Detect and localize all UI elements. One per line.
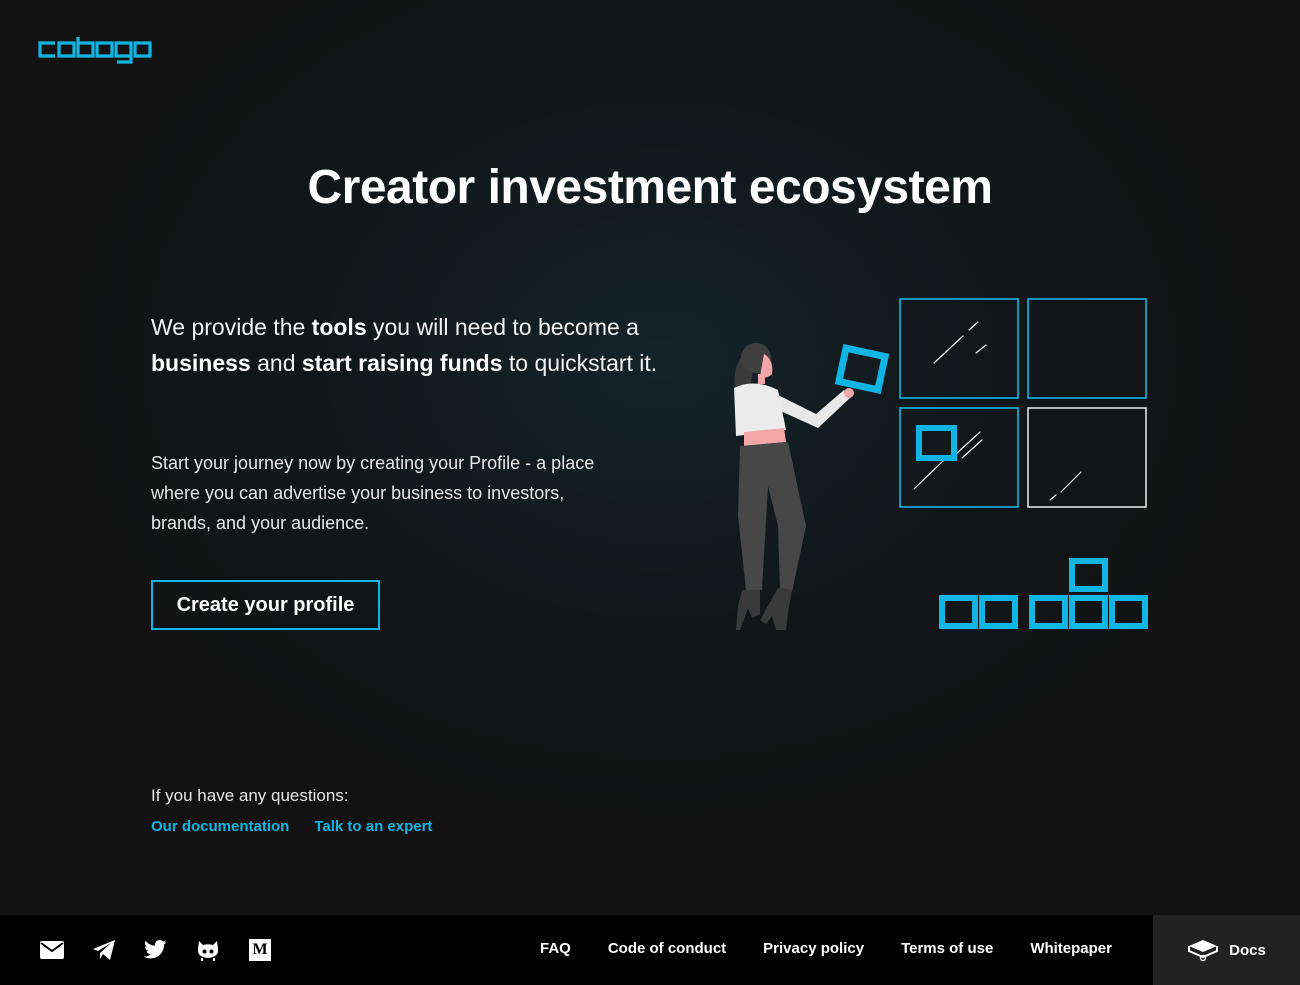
docs-label: Docs [1229,941,1266,959]
footer-link-whitepaper[interactable]: Whitepaper [1030,940,1112,957]
footer-nav: FAQ Code of conduct Privacy policy Terms… [540,915,1112,981]
talk-to-expert-link[interactable]: Talk to an expert [314,818,432,835]
lead-text-2: you will need to become a [366,314,639,340]
lead-bold-tools: tools [311,314,367,340]
cobogo-logo[interactable] [38,36,160,64]
lead-bold-business: business [151,350,251,376]
lead-text-4: to quickstart it. [502,350,658,376]
footer: M FAQ Code of conduct Privacy policy Ter… [0,915,1300,985]
telegram-icon[interactable] [92,938,116,962]
panel-grid [899,298,1147,508]
hero-description: Start your journey now by creating your … [151,453,595,533]
lead-text-1: We provide the [151,314,312,340]
hero-lead: We provide the tools you will need to be… [151,309,671,381]
block-stack [939,558,1148,629]
help-prompt: If you have any questions: [151,786,349,805]
hero-illustration [734,298,1148,630]
github-icon[interactable] [196,938,220,962]
mail-icon[interactable] [40,938,64,962]
footer-link-code-of-conduct[interactable]: Code of conduct [608,940,726,957]
docs-button[interactable]: Docs [1153,915,1300,985]
lead-bold-funds: start raising funds [301,350,503,376]
footer-link-terms-of-use[interactable]: Terms of use [901,940,993,957]
documentation-link[interactable]: Our documentation [151,818,289,835]
twitter-icon[interactable] [144,938,168,962]
docs-book-icon [1188,940,1219,962]
create-profile-button[interactable]: Create your profile [151,580,380,630]
person-figure [734,343,854,630]
footer-link-faq[interactable]: FAQ [540,940,571,957]
help-links: Our documentation Talk to an expert [151,818,432,835]
footer-link-privacy-policy[interactable]: Privacy policy [763,940,864,957]
lead-text-3: and [250,350,302,376]
medium-letter: M [249,939,271,961]
social-links: M [40,915,272,985]
medium-icon[interactable]: M [248,938,272,962]
page-title: Creator investment ecosystem [307,161,993,214]
